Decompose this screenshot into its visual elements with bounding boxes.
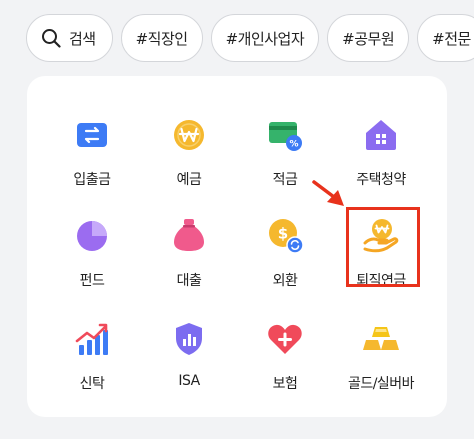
menu-item-loan[interactable]: 대출 (137, 216, 241, 296)
menu-item-gold-silver-bar[interactable]: 골드/실버바 (329, 319, 433, 399)
transfer-icon (77, 123, 107, 147)
gold-bars-icon (363, 327, 399, 350)
growth-chart-icon (75, 323, 108, 355)
pointer-arrow-icon (312, 180, 344, 206)
search-button[interactable]: 검색 (26, 14, 113, 62)
search-icon (42, 29, 61, 48)
house-icon (366, 120, 396, 150)
menu-item-label: 골드/실버바 (347, 376, 415, 392)
shield-chart-icon (176, 323, 202, 355)
tag-chip-office-worker[interactable]: #직장인 (120, 14, 203, 62)
menu-item-label: 주택청약 (356, 172, 406, 188)
menu-item-label: 펀드 (79, 273, 105, 289)
won-coin-icon (174, 120, 204, 150)
highlight-box (346, 207, 420, 287)
menu-item-label: 입출금 (73, 172, 111, 188)
svg-text:%: % (289, 140, 298, 150)
search-label: 검색 (69, 29, 96, 48)
menu-item-trust[interactable]: 신탁 (40, 319, 144, 399)
menu-item-label: 적금 (272, 172, 298, 188)
money-bag-icon (174, 219, 204, 251)
tag-chip-sole-proprietor[interactable]: #개인사업자 (210, 14, 320, 62)
heart-plus-icon (268, 324, 302, 354)
menu-item-time-deposit[interactable]: 예금 (137, 115, 241, 195)
menu-item-label: 외환 (272, 273, 298, 289)
menu-item-label: 예금 (176, 172, 202, 188)
menu-item-deposit-withdrawal[interactable]: 입출금 (40, 115, 144, 195)
pie-chart-icon (77, 221, 107, 251)
menu-item-label: 대출 (176, 273, 202, 289)
filter-chip-bar: 검색 #직장인 #개인사업자 #공무원 #전문 (26, 14, 474, 64)
menu-item-foreign-exchange[interactable]: $ 외환 (233, 216, 337, 296)
exchange-coin-icon: $ (269, 219, 304, 254)
menu-item-insurance[interactable]: 보험 (233, 319, 337, 399)
tag-chip-civil-servant[interactable]: #공무원 (327, 14, 410, 62)
svg-text:$: $ (278, 225, 288, 243)
menu-item-isa[interactable]: ISA (137, 319, 241, 399)
menu-item-label: ISA (178, 373, 200, 389)
menu-item-label: 보험 (272, 376, 298, 392)
menu-item-label: 신탁 (79, 376, 105, 392)
menu-item-fund[interactable]: 펀드 (40, 216, 144, 296)
tag-chip-professional[interactable]: #전문 (417, 14, 474, 62)
savings-card-icon: % (269, 122, 302, 151)
